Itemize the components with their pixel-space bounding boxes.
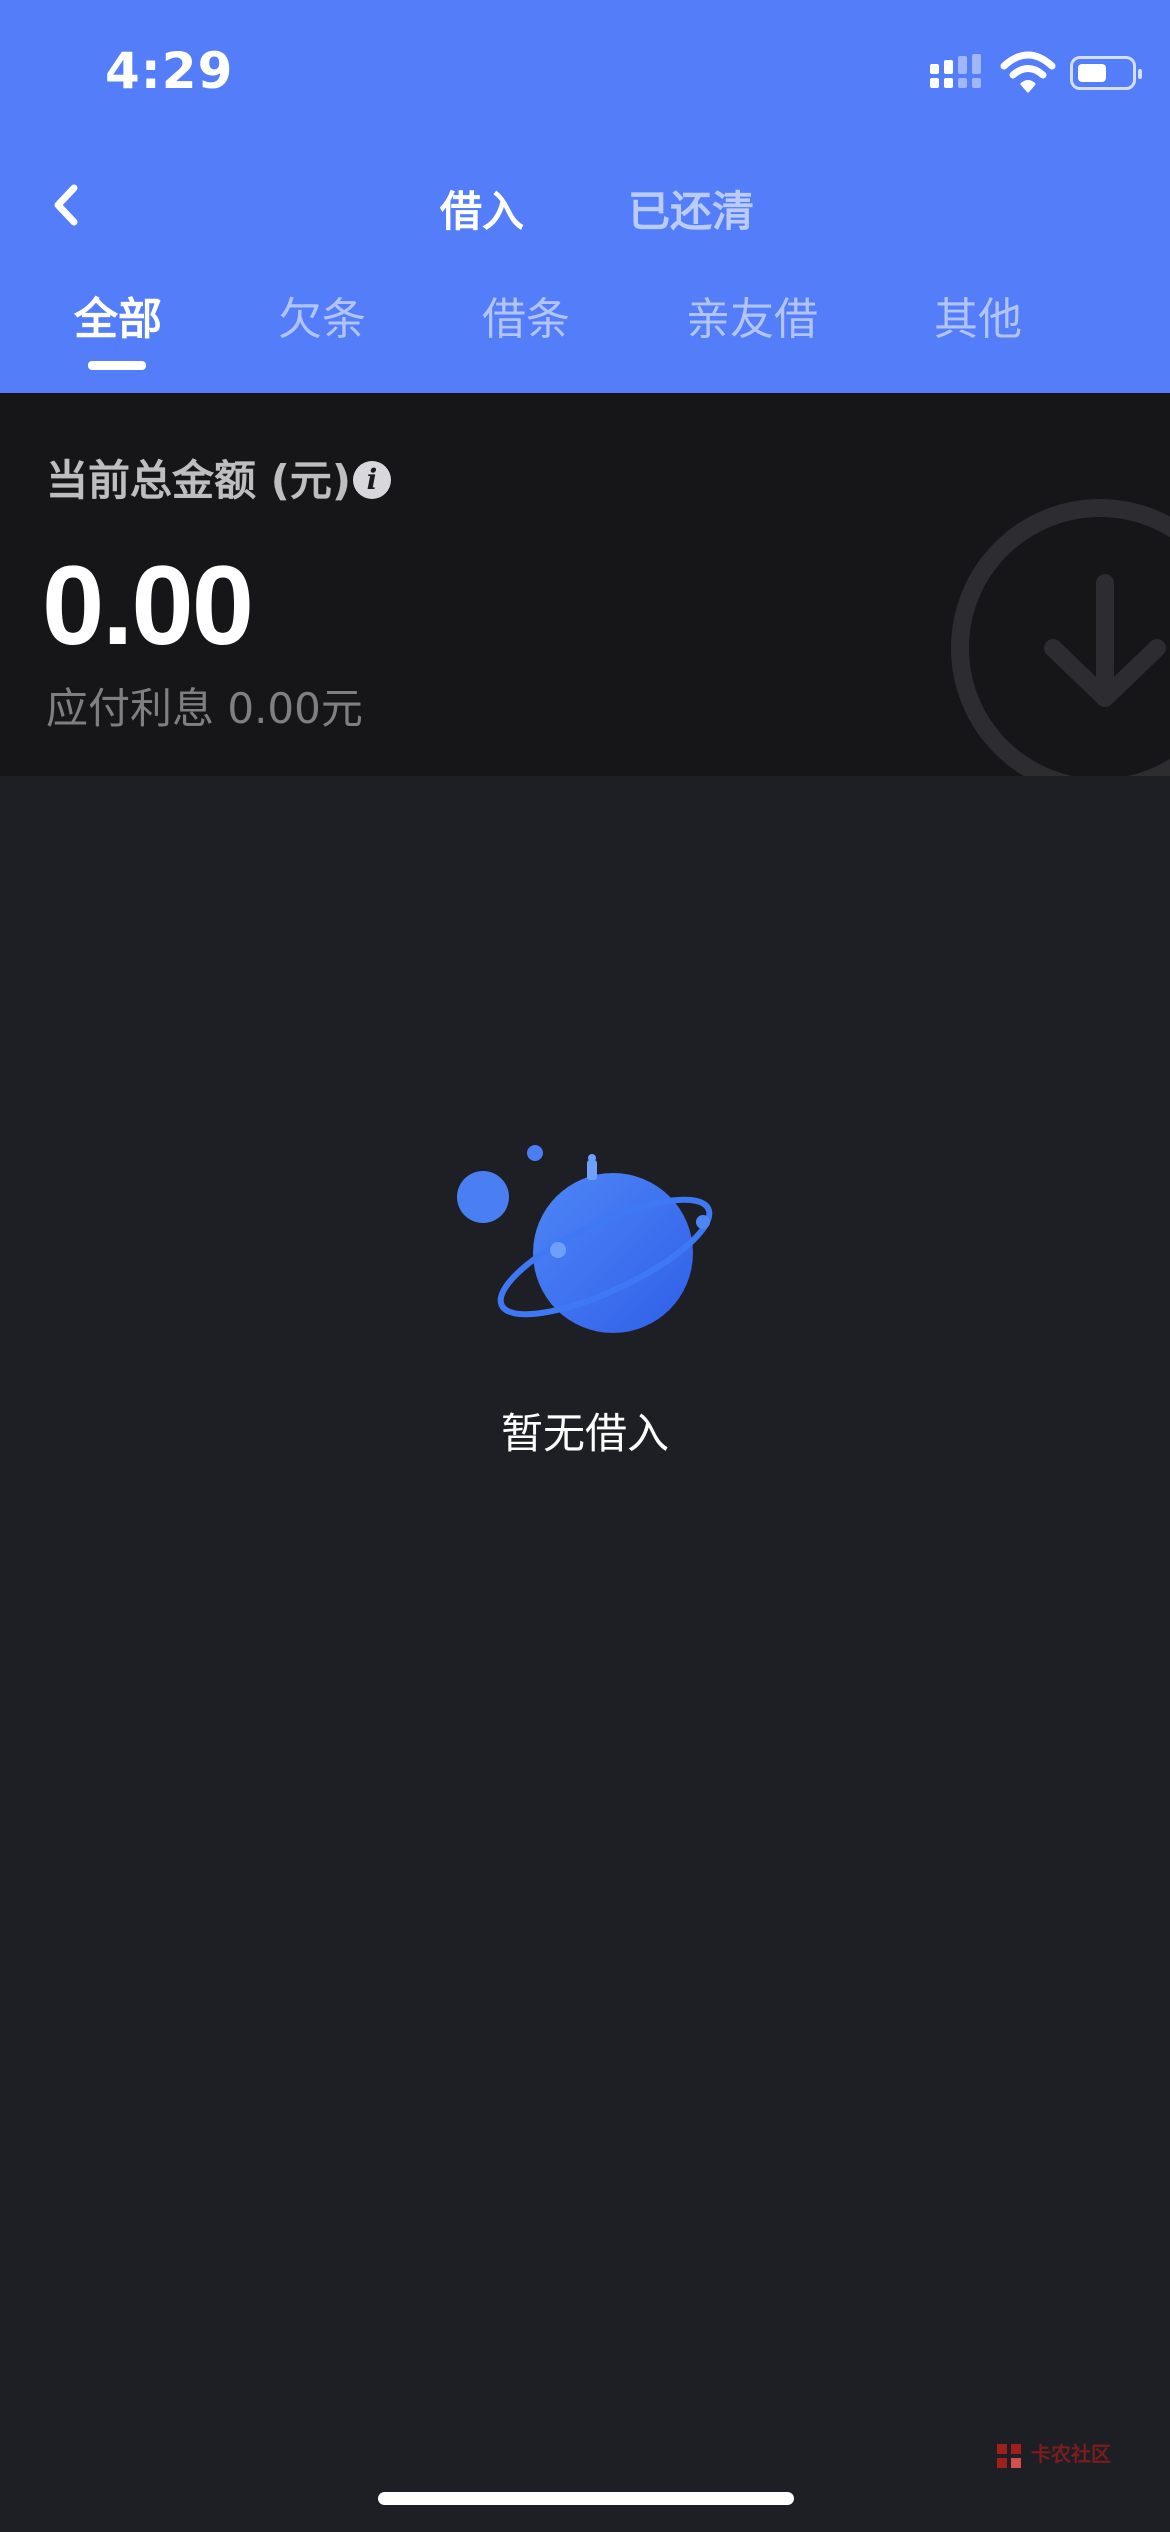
summary-card: 当前总金额 (元) i 0.00 应付利息 0.00元 xyxy=(0,393,1170,776)
tab-borrowed[interactable]: 借入 xyxy=(440,178,524,239)
wifi-icon xyxy=(1000,51,1056,93)
total-amount-label: 当前总金额 (元) xyxy=(46,456,352,505)
category-tab-loan-note[interactable]: 借条 xyxy=(482,283,570,347)
header: 4:29 借入 已还清 全部 欠条 借条 亲友借 其他 xyxy=(0,0,1170,393)
tab-repaid[interactable]: 已还清 xyxy=(628,178,754,239)
total-amount-value: 0.00 xyxy=(42,543,254,668)
watermark-logo-icon xyxy=(997,2444,1021,2468)
interest-payable: 应付利息 0.00元 xyxy=(46,684,363,733)
battery-icon xyxy=(1070,56,1142,90)
empty-state-message: 暂无借入 xyxy=(500,1409,669,1458)
category-tabs: 全部 欠条 借条 亲友借 其他 xyxy=(0,283,1170,383)
battery-fill xyxy=(1078,64,1106,82)
category-tab-other[interactable]: 其他 xyxy=(934,283,1022,347)
status-time: 4:29 xyxy=(105,42,234,100)
home-indicator[interactable] xyxy=(378,2492,794,2505)
top-tabs: 借入 已还清 xyxy=(0,178,1170,238)
battery-cap xyxy=(1138,69,1142,79)
category-tab-iou[interactable]: 欠条 xyxy=(278,283,366,347)
watermark-text: 卡农社区 xyxy=(1031,2442,1111,2466)
signal-icon xyxy=(930,54,981,88)
category-tab-family-friends[interactable]: 亲友借 xyxy=(686,283,818,347)
planet-icon xyxy=(457,1145,713,1333)
watermark: 卡农社区 xyxy=(995,2438,1125,2478)
info-icon[interactable]: i xyxy=(353,461,391,499)
category-tab-all[interactable]: 全部 xyxy=(74,283,162,347)
arrow-down-circle-icon xyxy=(951,499,1170,776)
active-tab-indicator xyxy=(88,361,146,370)
